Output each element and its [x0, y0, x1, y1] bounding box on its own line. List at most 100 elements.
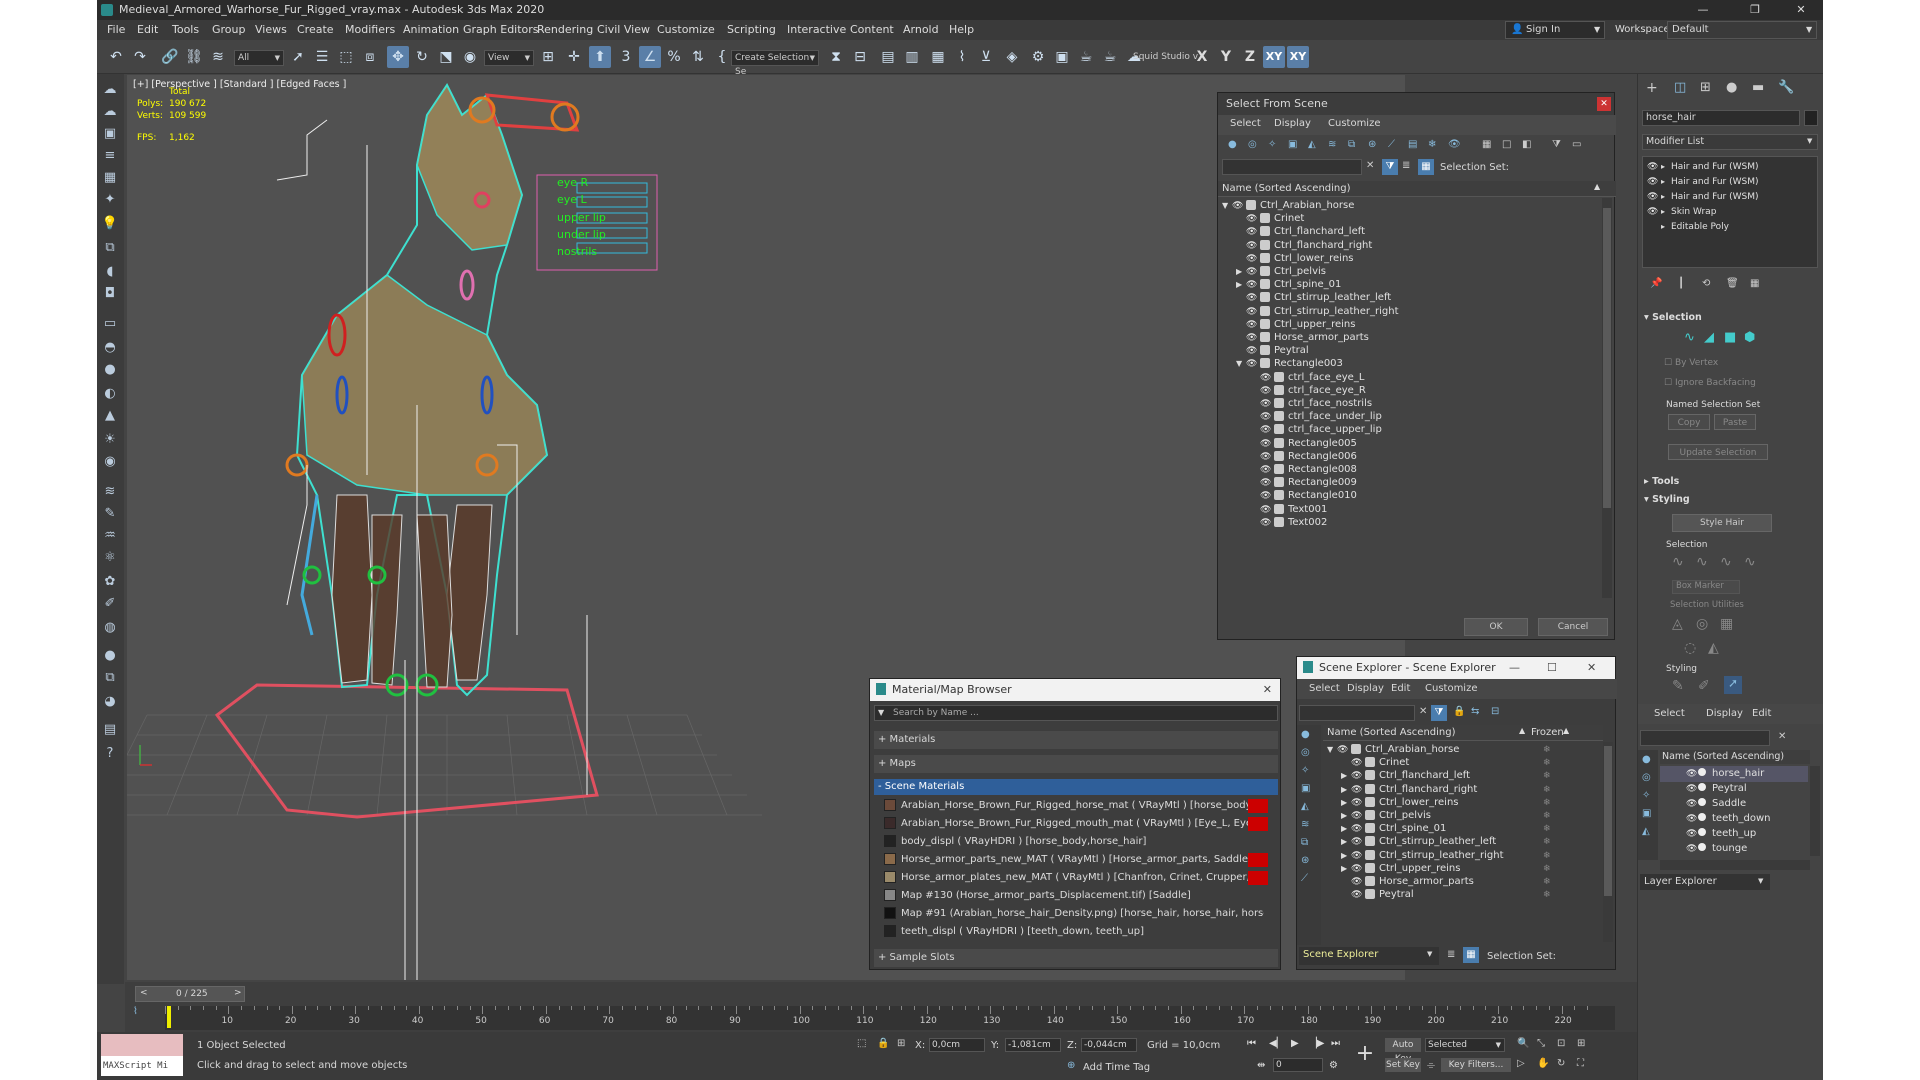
menu-tools[interactable]: Tools [172, 20, 199, 40]
axis-z-button[interactable]: Z [1239, 46, 1261, 68]
layer-list-item[interactable]: 👁 teeth_up [1660, 826, 1808, 842]
menu-select[interactable]: Select [1309, 683, 1340, 694]
menu-customize[interactable]: Customize [1328, 118, 1381, 129]
key-selection-dropdown[interactable]: Selected ▼ [1425, 1038, 1505, 1052]
visibility-eye-icon[interactable]: 👁 [1647, 174, 1658, 190]
maximize-button[interactable]: ❐ [1745, 0, 1765, 20]
object-paint-icon[interactable]: ☁ [100, 80, 120, 100]
angle-snap-icon[interactable]: ∠ [639, 46, 661, 68]
shape-filter-icon[interactable]: ◎ [1642, 772, 1651, 783]
hidden-filter-icon[interactable]: 👁 [1448, 139, 1461, 150]
zoom-extents-icon[interactable]: ⊡ [1557, 1038, 1565, 1049]
rendered-frame-window-icon[interactable]: ▣ [1051, 46, 1073, 68]
menu-arnold[interactable]: Arnold [903, 20, 939, 40]
material-search-input[interactable]: ▼ Search by Name ... [874, 705, 1278, 721]
render-production-icon[interactable]: ☕ [1075, 46, 1097, 68]
none-filter-icon[interactable]: □ [1502, 139, 1511, 150]
set-key-button[interactable]: Set Key [1385, 1058, 1421, 1072]
plugin-icon[interactable]: ✦ [100, 190, 120, 210]
visibility-eye-icon[interactable]: 👁 [1686, 811, 1697, 827]
visibility-eye-icon[interactable]: 👁 [1260, 515, 1271, 531]
close-button[interactable]: ✕ [1791, 0, 1811, 20]
rotate-selection-icon[interactable]: ◎ [1696, 616, 1708, 632]
grid-icon[interactable]: ▦ [100, 168, 120, 188]
menu-animation[interactable]: Animation [403, 20, 459, 40]
menu-scripting[interactable]: Scripting [727, 20, 776, 40]
tools-rollout-header[interactable]: ▸ Tools [1644, 476, 1679, 487]
select-hair-ends-icon[interactable]: ∿ [1672, 554, 1684, 570]
expand-arrow-icon[interactable]: ▼ [1327, 742, 1337, 758]
explorer-name-dropdown[interactable]: Scene Explorer ▼ [1299, 947, 1439, 965]
layer-list-item[interactable]: 👁 tounge [1660, 841, 1808, 856]
go-to-end-icon[interactable]: ⏭ [1331, 1038, 1340, 1049]
shape-filter-icon[interactable]: ◎ [1248, 139, 1257, 150]
clear-search-icon[interactable]: ✕ [1419, 706, 1427, 717]
modifier-stack-item[interactable]: 👁 ▸ Skin Wrap [1647, 204, 1716, 220]
time-slider[interactable]: < 0 / 225 > [135, 986, 245, 1002]
hierarchy-toggle-icon[interactable]: ▦ [1418, 159, 1434, 175]
visibility-eye-icon[interactable]: 👁 [1686, 766, 1697, 782]
layer-list-item[interactable]: 👁 horse_hair [1660, 766, 1808, 782]
layer-list-item[interactable]: 👁 Saddle [1660, 796, 1808, 812]
camera-filter-icon[interactable]: ▣ [1301, 783, 1310, 794]
playhead[interactable] [167, 1006, 171, 1028]
next-frame-icon[interactable]: ▕▶ [1309, 1038, 1324, 1049]
layer-search-input[interactable] [1640, 730, 1770, 746]
scene-explorer-column-header[interactable]: Name (Sorted Ascending) ▲ Frozen ▲ [1323, 725, 1603, 741]
list-icon[interactable]: ≡ [100, 146, 120, 166]
plane-icon[interactable]: ▭ [100, 314, 120, 334]
edit-named-selection-icon[interactable]: { [711, 46, 733, 68]
zoom-icon[interactable]: 🔍 [1517, 1038, 1529, 1049]
ribbon-toggle-icon[interactable]: ▦ [927, 46, 949, 68]
ies-light-icon[interactable]: ◉ [100, 452, 120, 472]
layer-list-item[interactable]: 👁 teeth_down [1660, 811, 1808, 827]
funnel-icon[interactable]: ⧩ [1552, 139, 1561, 150]
menu-edit[interactable]: Edit [1752, 708, 1771, 719]
layer-h-scrollbar[interactable] [1660, 860, 1810, 870]
invert-filter-icon[interactable]: ◧ [1522, 139, 1531, 150]
layer-scrollbar[interactable] [1810, 766, 1820, 856]
axis-y-button[interactable]: Y [1215, 46, 1237, 68]
styling-rollout-header[interactable]: ▾ Styling [1644, 494, 1690, 505]
percent-snap-icon[interactable]: % [663, 46, 685, 68]
group-filter-icon[interactable]: ⧉ [1301, 837, 1308, 848]
hierarchy-icon[interactable]: ⊟ [1491, 706, 1499, 717]
auto-key-button[interactable]: Auto Key [1385, 1038, 1421, 1064]
select-from-scene-title-bar[interactable]: Select From Scene ✕ [1218, 93, 1614, 115]
reference-coordinate-dropdown[interactable]: View ▼ [484, 50, 534, 66]
menu-select[interactable]: Select [1654, 708, 1685, 719]
shape-filter-icon[interactable]: ◎ [1301, 747, 1310, 758]
ignore-backfacing-checkbox[interactable]: ☐ Ignore Backfacing [1664, 378, 1756, 388]
material-list-item[interactable]: Map #91 (Arabian_horse_hair_Density.png)… [884, 905, 1264, 923]
y-coord-input[interactable]: -1,081cm [1005, 1038, 1061, 1052]
display-tab-icon[interactable]: ▬ [1752, 80, 1764, 95]
axis-xy-button[interactable]: XY [1263, 46, 1285, 68]
material-list-item[interactable]: Horse_armor_plates_new_MAT ( VRayMtl ) [… [884, 869, 1264, 887]
helper-filter-icon[interactable]: ◭ [1642, 826, 1650, 837]
scene-explorer-search-input[interactable] [1299, 705, 1415, 721]
clear-search-icon[interactable]: ✕ [1366, 160, 1374, 171]
current-frame-input[interactable]: 0 [1273, 1058, 1323, 1072]
maximize-icon[interactable]: ☐ [1547, 657, 1557, 679]
tree-row[interactable]: 👁 Text002 [1250, 515, 1327, 531]
expand-arrow-icon[interactable]: ▸ [1661, 174, 1671, 190]
key-filter-icon[interactable]: ⌯ [1427, 1060, 1435, 1071]
workspaces-dropdown[interactable]: Default ▼ [1667, 21, 1817, 39]
material-list-item[interactable]: Arabian_Horse_Brown_Fur_Rigged_mouth_mat… [884, 815, 1264, 833]
sign-in-button[interactable]: 👤 Sign In ▼ [1505, 21, 1605, 39]
visibility-eye-icon[interactable]: 👁 [1686, 826, 1697, 842]
hair-tool-icon[interactable]: ≋ [100, 482, 120, 502]
material-list-item[interactable]: Arabian_Horse_Brown_Fur_Rigged_horse_mat… [884, 797, 1264, 815]
render-setup-icon[interactable]: ⚙ [1027, 46, 1049, 68]
menu-rendering[interactable]: Rendering [537, 20, 593, 40]
frame-ruler[interactable]: 10 20 30 40 50 60 70 80 90 100 110 120 130 140 150 160 1… [165, 1006, 1615, 1030]
keyboard-shortcut-override-icon[interactable]: ⬆ [589, 46, 611, 68]
visibility-eye-icon[interactable]: 👁 [1686, 781, 1697, 797]
menu-edit[interactable]: Edit [1391, 683, 1410, 694]
time-slider-next-icon[interactable]: > [234, 988, 242, 998]
select-guide-vertices-icon[interactable]: ∿ [1720, 554, 1732, 570]
motion-tab-icon[interactable]: ● [1726, 80, 1737, 95]
folder-icon[interactable]: ▭ [1572, 139, 1581, 150]
menu-group[interactable]: Group [212, 20, 246, 40]
geometry-filter-icon[interactable]: ● [1228, 139, 1237, 150]
